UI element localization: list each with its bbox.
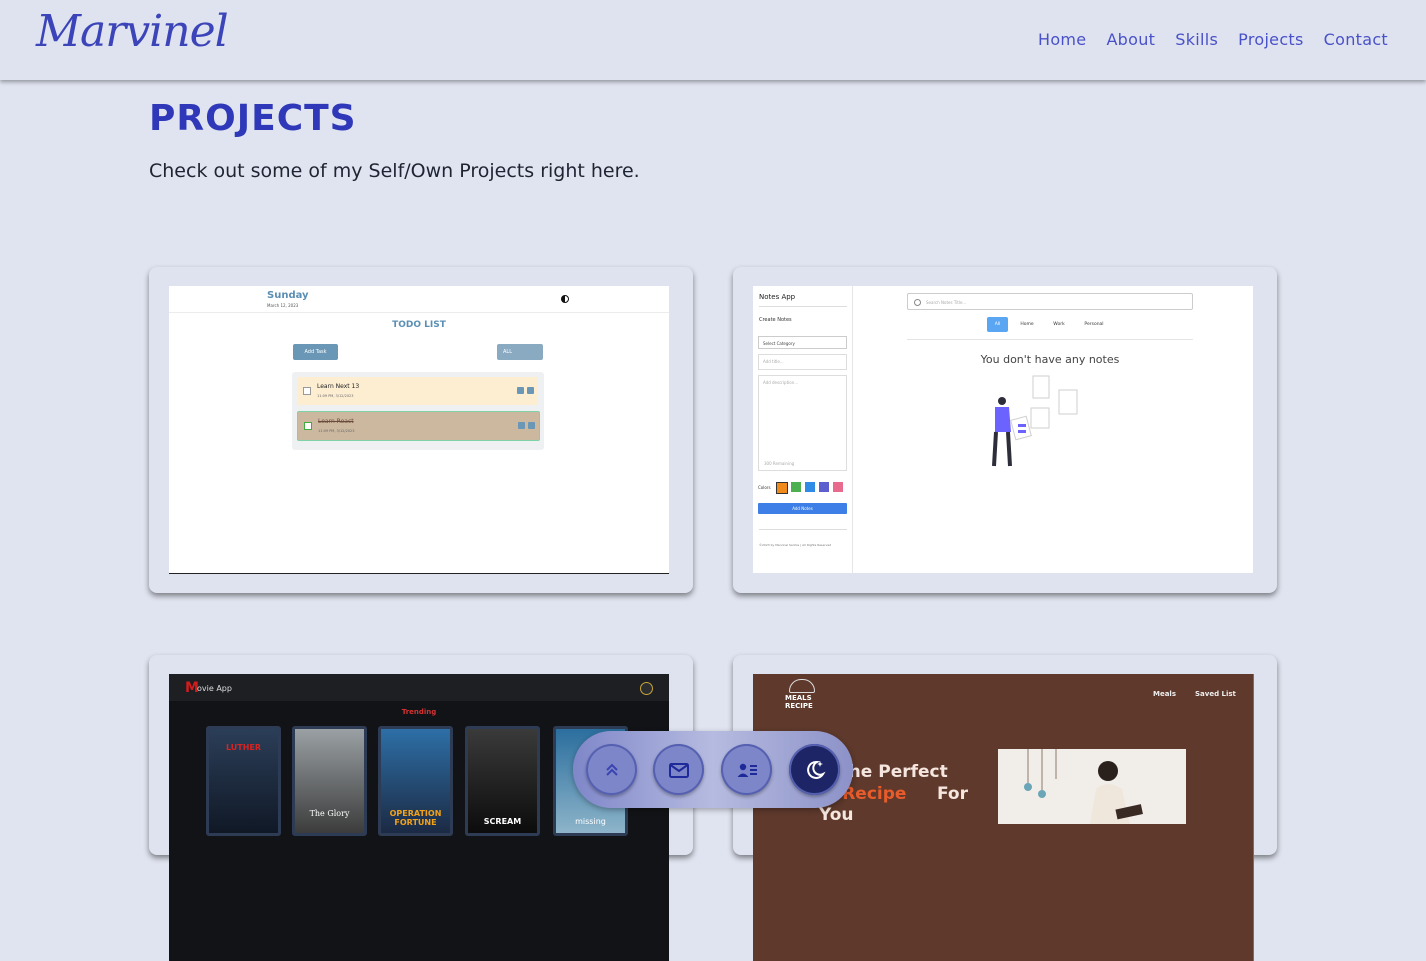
meals-logo: MEALS RECIPE [785,694,813,710]
meals-nav-meals: Meals [1153,690,1177,698]
checkbox-checked-icon [304,422,312,430]
nav-about-link[interactable]: About [1106,30,1155,49]
notes-app-screenshot: Notes App Create Notes Select Category A… [753,286,1253,573]
movie-logo-text: ovie App [197,684,232,693]
delete-icon [518,422,525,429]
todo-date: March 12, 2023 [267,303,299,308]
todo-app-screenshot: Sunday March 12, 2023 TODO LIST Add Task… [169,286,669,574]
edit-icon [528,422,535,429]
tab-home: Home [1020,322,1034,327]
movie-poster: LUTHER [206,726,281,836]
todo-item: Learn Next 13 11:09 PM, 3/12/2023 [297,377,538,405]
divider [759,306,847,307]
poster-title: SCREAM [483,817,522,826]
divider [907,339,1193,340]
nav-skills-link[interactable]: Skills [1175,30,1218,49]
todo-item-date: 11:09 PM, 3/12/2023 [318,429,355,433]
tab-all: All [987,317,1008,332]
notes-footer: ©2023 by Marvinel Santos | All Rights Re… [759,543,832,547]
meals-app-screenshot: MEALS RECIPE Meals Saved List d The Perf… [753,674,1254,961]
meals-hero-line3: You [819,805,854,825]
color-swatch [776,482,788,494]
description-placeholder: Add description... [763,380,799,385]
todo-filter-select: ALL [497,344,543,360]
scroll-top-button[interactable] [586,744,637,795]
movie-poster: SCREAM [465,726,540,836]
notes-search-input: Search Notes Title... [907,293,1193,310]
todo-list: Learn Next 13 11:09 PM, 3/12/2023 Learn … [292,372,544,450]
todo-item-date: 11:09 PM, 3/12/2023 [317,394,354,398]
movie-poster: OPERATION FORTUNE [378,726,453,836]
search-icon [914,299,921,306]
edit-icon [527,387,534,394]
projects-heading: PROJECTS [149,98,357,139]
nav-contact-link[interactable]: Contact [1324,30,1388,49]
meals-hero-line2-rest: For [937,784,968,804]
moon-stars-icon [806,760,826,779]
sun-icon [640,682,653,695]
todo-item-title: Learn Next 13 [317,383,360,390]
tab-work: Work [1053,322,1065,327]
floating-action-dock [573,731,853,808]
notes-sidebar: Notes App Create Notes Select Category A… [753,286,853,573]
notes-app-title: Notes App [759,293,796,301]
poster-title: LUTHER [225,743,262,752]
mail-icon [668,762,689,778]
trending-heading: Trending [401,708,437,716]
search-placeholder: Search Notes Title... [926,300,967,305]
color-swatch [833,482,843,492]
color-swatch [805,482,815,492]
todo-header: Sunday March 12, 2023 [169,286,669,313]
chef-hat-icon [789,679,815,693]
add-notes-button: Add Notes [758,503,847,514]
todo-item-title: Learn React [318,418,354,425]
movie-poster: The Glory [292,726,367,836]
meals-nav-saved-list: Saved List [1195,690,1236,698]
poster-title: The Glory [309,809,350,818]
movie-header: M ovie App [169,674,669,701]
movie-app-screenshot: M ovie App Trending LUTHER The Glory OPE… [169,674,669,961]
todo-item: Learn React 11:09 PM, 3/12/2023 [297,411,540,441]
title-field: Add title... [758,354,847,370]
remaining-count: 300 Remaining [764,461,795,466]
contact-card-button[interactable] [721,744,772,795]
empty-notes-message: You don't have any notes [980,353,1120,366]
meals-hero-photo [998,749,1186,824]
project-card-todo[interactable]: Sunday March 12, 2023 TODO LIST Add Task… [149,267,693,593]
poster-title: missing [575,817,606,826]
nav-home-link[interactable]: Home [1038,30,1086,49]
theme-toggle-button[interactable] [789,744,840,795]
mail-button[interactable] [653,744,704,795]
brand-logo[interactable]: Marvinel [36,6,229,57]
color-swatch [819,482,829,492]
divider [759,529,847,530]
cooking-photo-image [1024,749,1143,824]
main-nav: Home About Skills Projects Contact [1038,30,1388,49]
category-select: Select Category [758,336,847,349]
contact-card-icon [737,763,757,777]
projects-subtitle: Check out some of my Self/Own Projects r… [149,160,640,182]
todo-add-task-button: Add Task [293,344,338,360]
top-navbar: Marvinel Home About Skills Projects Cont… [0,0,1426,80]
tab-personal: Personal [1084,322,1104,327]
poster-title: OPERATION FORTUNE [389,809,442,827]
chevrons-up-icon [605,763,618,776]
todo-title: TODO LIST [392,320,446,330]
color-swatch [791,482,801,492]
todo-day: Sunday [267,290,309,301]
project-card-notes[interactable]: Notes App Create Notes Select Category A… [733,267,1277,593]
create-notes-label: Create Notes [759,317,792,323]
colors-label: Colors [758,485,771,490]
nav-projects-link[interactable]: Projects [1238,30,1303,49]
delete-icon [517,387,524,394]
theme-toggle-icon [561,295,569,303]
checkbox-icon [303,387,311,395]
empty-state-illustration [992,375,1078,467]
description-field: Add description... 300 Remaining [758,375,847,471]
